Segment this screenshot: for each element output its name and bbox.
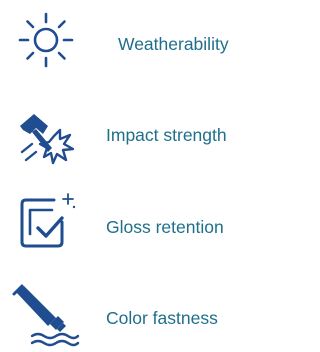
feature-weatherability: Weatherability [0,0,260,80]
feature-color-fastness: Color fastness [0,268,260,348]
feature-gloss-retention: Gloss retention [0,180,260,260]
paint-tube-icon [10,284,82,348]
feature-label: Impact strength [106,125,227,145]
feature-impact-strength: Impact strength [0,92,260,172]
sun-icon [10,8,82,72]
feature-label: Color fastness [106,308,218,328]
feature-label: Gloss retention [106,217,224,237]
glossy-checkbox-icon [10,190,82,254]
feature-label: Weatherability [118,34,229,54]
hammer-impact-icon [10,108,82,172]
